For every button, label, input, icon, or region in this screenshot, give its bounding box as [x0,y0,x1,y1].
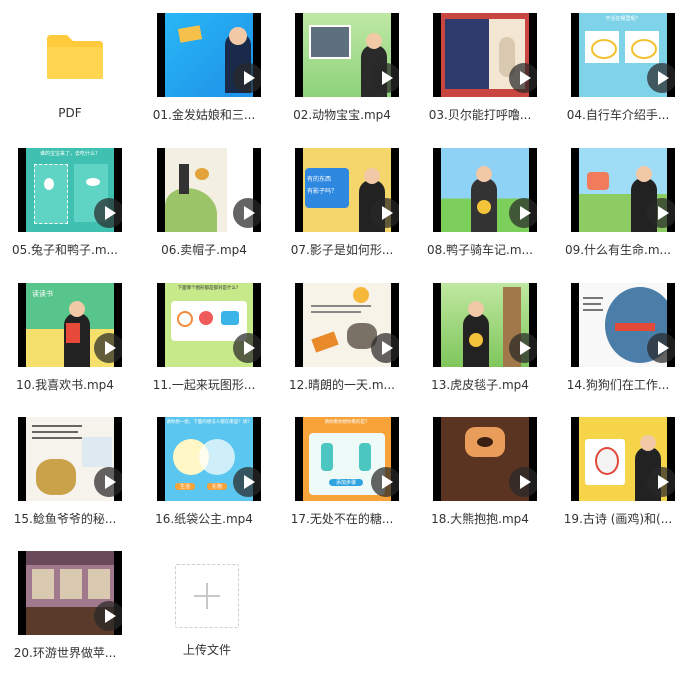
file-label: 08.鸭子骑车记.m... [426,243,534,257]
file-label: 04.自行车介绍手... [566,108,670,122]
file-item-video[interactable]: 09.什么有生命.m... [553,135,683,260]
file-label: 14.狗狗们在工作... [566,378,670,392]
file-label: 20.环游世界做苹... [13,646,117,660]
upload-label: 上传文件 [182,643,231,657]
file-item-video[interactable]: 18.大熊抱抱.mp4 [415,404,545,529]
video-thumbnail [157,148,261,232]
play-icon [371,333,399,363]
file-label: 13.虎皮毯子.mp4 [431,378,529,392]
file-label: 12.晴朗的一天.m... [288,378,396,392]
video-thumbnail: 谁的宝宝来了，去吃什么？ [18,148,122,232]
video-thumbnail [295,13,399,97]
file-item-video[interactable]: 01.金发姑娘和三... [139,0,269,125]
file-label: 05.兔子和鸭子.m... [11,243,119,257]
play-icon [94,467,122,497]
file-item-video[interactable]: 读读书 10.我喜欢书.mp4 [0,270,130,395]
file-item-video[interactable]: 不活在哪里呢？ 04.自行车介绍手... [553,0,683,125]
file-item-video[interactable]: 请你看你想你看的是？ 添加步骤 17.无处不在的糖... [277,404,407,529]
file-label: 17.无处不在的糖... [290,512,394,526]
play-icon [647,467,675,497]
play-icon [94,601,122,631]
file-item-video[interactable]: 12.晴朗的一天.m... [277,270,407,395]
play-icon [509,333,537,363]
play-icon [94,333,122,363]
file-label: 09.什么有生命.m... [564,243,672,257]
video-thumbnail [433,13,537,97]
file-label: 19.古诗 (画鸡)和(... [563,512,673,526]
play-icon [233,198,261,228]
play-icon [371,198,399,228]
file-item-video[interactable]: 下面哪个图形都是都对是什么？ 11.一起来玩图形... [139,270,269,395]
file-item-video[interactable]: 谁的宝宝来了，去吃什么？ 05.兔子和鸭子.m... [0,135,130,260]
file-item-video[interactable]: 20.环游世界做苹... [0,538,130,663]
video-thumbnail: 读读书 [18,283,122,367]
upload-dropzone[interactable] [175,564,239,628]
file-item-video[interactable]: 02.动物宝宝.mp4 [277,0,407,125]
video-thumbnail: 请你看你想你看的是？ 添加步骤 [295,417,399,501]
file-label: 01.金发姑娘和三... [152,108,256,122]
video-thumbnail: 下面哪个图形都是都对是什么？ [157,283,261,367]
video-thumbnail [571,283,675,367]
play-icon [509,467,537,497]
file-item-video[interactable]: 14.狗狗们在工作... [553,270,683,395]
file-label: 07.影子是如何形... [290,243,394,257]
video-thumbnail [571,417,675,501]
play-icon [509,63,537,93]
play-icon [233,333,261,363]
plus-icon [194,583,220,609]
file-label: 16.纸袋公主.mp4 [155,512,253,526]
video-thumbnail [433,417,537,501]
file-label: 02.动物宝宝.mp4 [293,108,391,122]
file-item-video[interactable]: 请你想一想，下面的想法人都在哪里？请？ 生活 礼物 16.纸袋公主.mp4 [139,404,269,529]
video-thumbnail [571,148,675,232]
folder-icon [47,35,103,79]
file-item-video[interactable]: 06.卖帽子.mp4 [139,135,269,260]
video-thumbnail [157,13,261,97]
video-thumbnail: 有的东西 有影子吗？ [295,148,399,232]
upload-file-button[interactable]: 上传文件 [157,549,262,674]
file-label: 18.大熊抱抱.mp4 [431,512,529,526]
play-icon [233,467,261,497]
file-item-pdf-folder[interactable]: PDF [5,0,135,125]
play-icon [371,467,399,497]
play-icon [647,63,675,93]
video-thumbnail [433,148,537,232]
file-label: 11.一起来玩图形... [152,378,256,392]
file-label: 03.贝尔能打呼噜... [428,108,532,122]
file-item-video[interactable]: 13.虎皮毯子.mp4 [415,270,545,395]
file-item-video[interactable]: 15.鲶鱼爷爷的秘... [0,404,130,529]
video-thumbnail [433,283,537,367]
play-icon [233,63,261,93]
play-icon [509,198,537,228]
play-icon [94,198,122,228]
video-thumbnail [18,551,122,635]
video-thumbnail: 不活在哪里呢？ [571,13,675,97]
video-thumbnail [18,417,122,501]
file-label: PDF [58,106,82,120]
play-icon [371,63,399,93]
play-icon [647,198,675,228]
file-item-video[interactable]: 19.古诗 (画鸡)和(... [553,404,683,529]
video-thumbnail [295,283,399,367]
file-item-video[interactable]: 有的东西 有影子吗？ 07.影子是如何形... [277,135,407,260]
file-label: 15.鲶鱼爷爷的秘... [13,512,117,526]
file-label: 10.我喜欢书.mp4 [16,378,114,392]
file-item-video[interactable]: 03.贝尔能打呼噜... [415,0,545,125]
file-label: 06.卖帽子.mp4 [161,243,247,257]
file-item-video[interactable]: 08.鸭子骑车记.m... [415,135,545,260]
play-icon [647,333,675,363]
video-thumbnail: 请你想一想，下面的想法人都在哪里？请？ 生活 礼物 [157,417,261,501]
